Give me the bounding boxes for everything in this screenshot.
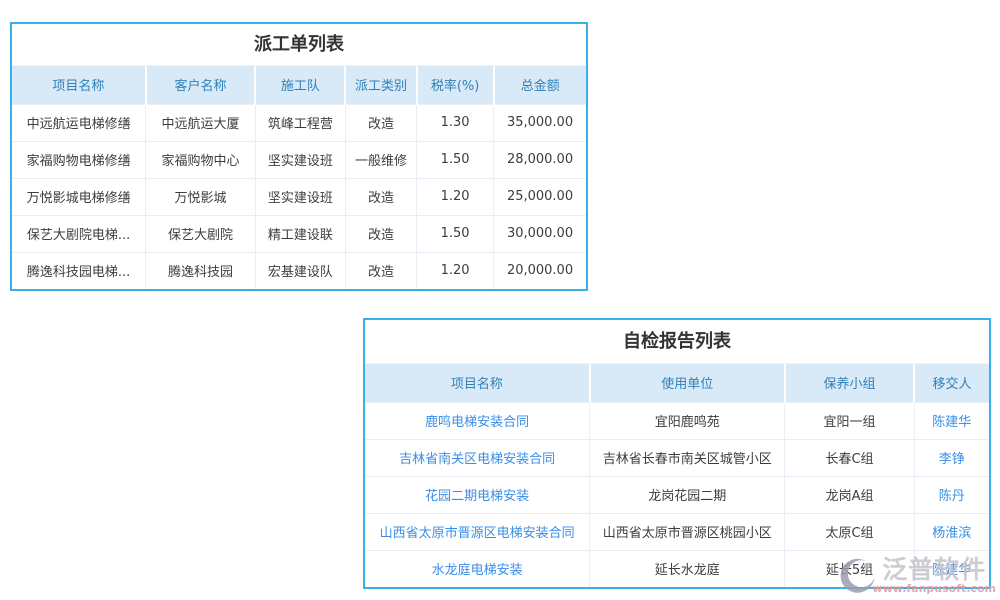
cell-project-link[interactable]: 鹿鸣电梯安装合同 <box>365 402 590 439</box>
cell-maintenance-group: 宜阳一组 <box>785 402 914 439</box>
inspection-header-row: 项目名称 使用单位 保养小组 移交人 <box>365 364 989 402</box>
cell-maintenance-group: 长春C组 <box>785 439 914 476</box>
cell-construction-team: 宏基建设队 <box>255 252 345 289</box>
cell-maintenance-group: 太原C组 <box>785 513 914 550</box>
cell-using-unit: 龙岗花园二期 <box>590 476 785 513</box>
cell-transfer-person-link[interactable]: 杨淮滨 <box>914 513 989 550</box>
cell-tax-rate: 1.50 <box>417 215 494 252</box>
dispatch-column-tax-rate: 税率(%) <box>417 66 494 104</box>
dispatch-table-row[interactable]: 保艺大剧院电梯... 保艺大剧院 精工建设联 改造 1.50 30,000.00 <box>12 215 586 252</box>
cell-using-unit: 宜阳鹿鸣苑 <box>590 402 785 439</box>
cell-project-name: 家福购物电梯修缮 <box>12 141 146 178</box>
cell-construction-team: 筑峰工程营 <box>255 104 345 141</box>
cell-dispatch-category: 一般维修 <box>345 141 416 178</box>
dispatch-table-row[interactable]: 家福购物电梯修缮 家福购物中心 坚实建设班 一般维修 1.50 28,000.0… <box>12 141 586 178</box>
cell-transfer-person-link[interactable]: 陈建华 <box>914 550 989 587</box>
dispatch-table-row[interactable]: 中远航运电梯修缮 中远航运大厦 筑峰工程营 改造 1.30 35,000.00 <box>12 104 586 141</box>
dispatch-column-project: 项目名称 <box>12 66 146 104</box>
inspection-column-person: 移交人 <box>914 364 989 402</box>
dispatch-table-body: 中远航运电梯修缮 中远航运大厦 筑峰工程营 改造 1.30 35,000.00 … <box>12 104 586 289</box>
cell-project-link[interactable]: 山西省太原市晋源区电梯安装合同 <box>365 513 590 550</box>
inspection-table-row[interactable]: 鹿鸣电梯安装合同 宜阳鹿鸣苑 宜阳一组 陈建华 <box>365 402 989 439</box>
cell-dispatch-category: 改造 <box>345 252 416 289</box>
inspection-table-row[interactable]: 水龙庭电梯安装 延长水龙庭 延长5组 陈建华 <box>365 550 989 587</box>
dispatch-table-row[interactable]: 腾逸科技园电梯... 腾逸科技园 宏基建设队 改造 1.20 20,000.00 <box>12 252 586 289</box>
inspection-report-table: 项目名称 使用单位 保养小组 移交人 鹿鸣电梯安装合同 宜阳鹿鸣苑 宜阳一组 陈… <box>365 364 989 587</box>
cell-transfer-person-link[interactable]: 李铮 <box>914 439 989 476</box>
inspection-column-group: 保养小组 <box>785 364 914 402</box>
cell-tax-rate: 1.20 <box>417 252 494 289</box>
cell-project-link[interactable]: 花园二期电梯安装 <box>365 476 590 513</box>
cell-using-unit: 吉林省长春市南关区城管小区 <box>590 439 785 476</box>
cell-customer-name: 腾逸科技园 <box>146 252 256 289</box>
dispatch-column-team: 施工队 <box>255 66 345 104</box>
inspection-column-project: 项目名称 <box>365 364 590 402</box>
dispatch-column-amount: 总金额 <box>494 66 586 104</box>
cell-project-name: 腾逸科技园电梯... <box>12 252 146 289</box>
dispatch-header-row: 项目名称 客户名称 施工队 派工类别 税率(%) 总金额 <box>12 66 586 104</box>
cell-customer-name: 中远航运大厦 <box>146 104 256 141</box>
inspection-column-unit: 使用单位 <box>590 364 785 402</box>
dispatch-column-category: 派工类别 <box>345 66 416 104</box>
inspection-table-row[interactable]: 花园二期电梯安装 龙岗花园二期 龙岗A组 陈丹 <box>365 476 989 513</box>
inspection-report-panel: 自检报告列表 项目名称 使用单位 保养小组 移交人 鹿鸣电梯安装合同 宜阳鹿鸣苑… <box>363 318 991 589</box>
cell-project-link[interactable]: 吉林省南关区电梯安装合同 <box>365 439 590 476</box>
inspection-report-title: 自检报告列表 <box>365 320 989 364</box>
cell-tax-rate: 1.20 <box>417 178 494 215</box>
cell-transfer-person-link[interactable]: 陈丹 <box>914 476 989 513</box>
cell-total-amount: 25,000.00 <box>494 178 586 215</box>
cell-construction-team: 坚实建设班 <box>255 141 345 178</box>
cell-tax-rate: 1.30 <box>417 104 494 141</box>
cell-maintenance-group: 龙岗A组 <box>785 476 914 513</box>
cell-dispatch-category: 改造 <box>345 215 416 252</box>
cell-using-unit: 山西省太原市晋源区桃园小区 <box>590 513 785 550</box>
dispatch-orders-title: 派工单列表 <box>12 24 586 66</box>
cell-customer-name: 家福购物中心 <box>146 141 256 178</box>
cell-customer-name: 保艺大剧院 <box>146 215 256 252</box>
cell-project-name: 万悦影城电梯修缮 <box>12 178 146 215</box>
cell-construction-team: 精工建设联 <box>255 215 345 252</box>
cell-total-amount: 35,000.00 <box>494 104 586 141</box>
cell-maintenance-group: 延长5组 <box>785 550 914 587</box>
cell-transfer-person-link[interactable]: 陈建华 <box>914 402 989 439</box>
cell-tax-rate: 1.50 <box>417 141 494 178</box>
dispatch-orders-table: 项目名称 客户名称 施工队 派工类别 税率(%) 总金额 中远航运电梯修缮 中远… <box>12 66 586 289</box>
inspection-table-body: 鹿鸣电梯安装合同 宜阳鹿鸣苑 宜阳一组 陈建华 吉林省南关区电梯安装合同 吉林省… <box>365 402 989 587</box>
cell-project-link[interactable]: 水龙庭电梯安装 <box>365 550 590 587</box>
dispatch-column-customer: 客户名称 <box>146 66 256 104</box>
dispatch-orders-panel: 派工单列表 项目名称 客户名称 施工队 派工类别 税率(%) 总金额 中远航运电… <box>10 22 588 291</box>
cell-using-unit: 延长水龙庭 <box>590 550 785 587</box>
cell-dispatch-category: 改造 <box>345 104 416 141</box>
cell-customer-name: 万悦影城 <box>146 178 256 215</box>
cell-project-name: 保艺大剧院电梯... <box>12 215 146 252</box>
cell-project-name: 中远航运电梯修缮 <box>12 104 146 141</box>
cell-total-amount: 28,000.00 <box>494 141 586 178</box>
cell-total-amount: 30,000.00 <box>494 215 586 252</box>
cell-total-amount: 20,000.00 <box>494 252 586 289</box>
inspection-table-row[interactable]: 吉林省南关区电梯安装合同 吉林省长春市南关区城管小区 长春C组 李铮 <box>365 439 989 476</box>
cell-construction-team: 坚实建设班 <box>255 178 345 215</box>
cell-dispatch-category: 改造 <box>345 178 416 215</box>
dispatch-table-row[interactable]: 万悦影城电梯修缮 万悦影城 坚实建设班 改造 1.20 25,000.00 <box>12 178 586 215</box>
inspection-table-row[interactable]: 山西省太原市晋源区电梯安装合同 山西省太原市晋源区桃园小区 太原C组 杨淮滨 <box>365 513 989 550</box>
